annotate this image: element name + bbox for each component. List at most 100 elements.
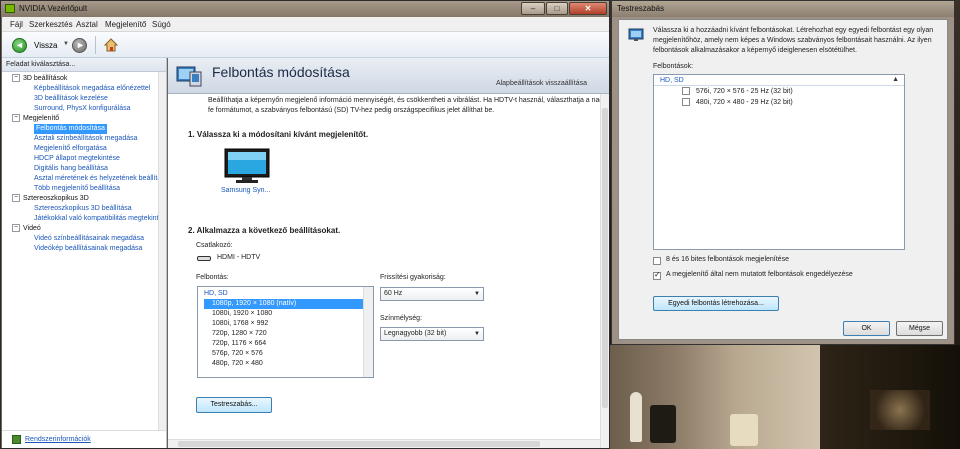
tree-item-label: Digitális hang beállítása: [34, 165, 108, 172]
customize-button[interactable]: Testreszabás...: [196, 397, 272, 413]
collapse-caret-icon[interactable]: ▲: [892, 76, 899, 83]
page-description: Beállíthatja a képernyőn megjelenő infor…: [208, 97, 607, 114]
step1-heading: 1. Válassza ki a módosítani kívánt megje…: [188, 130, 369, 139]
menu-help[interactable]: Súgó: [152, 20, 171, 29]
resolution-list[interactable]: HD, SD 1080p, 1920 × 1080 (natív) 1080i, …: [197, 286, 374, 378]
resolution-option[interactable]: 576p, 720 × 576: [198, 349, 373, 359]
hdmi-icon: [197, 256, 211, 261]
create-custom-resolution-button[interactable]: Egyedi felbontás létrehozása...: [653, 296, 779, 311]
resolution-option[interactable]: 720p, 1280 × 720: [198, 329, 373, 339]
resolution-checkbox[interactable]: [682, 98, 690, 106]
group-label: HD, SD: [660, 77, 684, 84]
resolution-option[interactable]: 1080p, 1920 × 1080 (natív): [204, 299, 367, 309]
content-vscrollbar[interactable]: [600, 94, 609, 448]
menu-file[interactable]: Fájl: [10, 20, 23, 29]
tree-item-label: Asztali színbeállítások megadása: [34, 135, 138, 142]
tree-item[interactable]: Felbontás módosítása: [34, 124, 107, 134]
connector-value: HDMI - HDTV: [217, 254, 261, 261]
custom-resolution-row[interactable]: 576i, 720 × 576 - 25 Hz (32 bit): [654, 86, 904, 97]
tree-item-label: 3D beállítások: [23, 75, 68, 82]
nvidia-app-icon: [5, 4, 15, 13]
tree-item[interactable]: Több megjelenítő beállítása: [34, 184, 120, 194]
tree-item[interactable]: Surround, PhysX konfigurálása: [34, 104, 131, 114]
menu-edit[interactable]: Szerkesztés: [29, 20, 73, 29]
home-icon[interactable]: [103, 37, 119, 53]
menu-display[interactable]: Megjelenítő: [105, 20, 146, 29]
restore-defaults-link[interactable]: Alapbeállítások visszaállítása: [496, 80, 587, 87]
enable-unsupported-checkbox[interactable]: [653, 270, 661, 280]
task-panel: Feladat kiválasztása... −3D beállítások K…: [2, 58, 167, 448]
tree-item-label: Sztereoszkopikus 3D: [23, 195, 89, 202]
task-tree: −3D beállítások Képbeállítások megadása e…: [2, 72, 166, 428]
resolution-option[interactable]: 1080i, 1768 × 992: [198, 319, 373, 329]
color-depth-select[interactable]: Legnagyobb (32 bit) ▼: [380, 327, 484, 341]
show-8-16-bit-checkbox[interactable]: [653, 257, 661, 265]
system-info-footer: Rendszerinformációk: [2, 430, 166, 448]
tree-category[interactable]: − Megjelenítő: [12, 114, 59, 124]
resolution-list-scrollbar[interactable]: [363, 287, 373, 377]
collapse-icon[interactable]: −: [12, 224, 20, 233]
enable-unsupported-label: A megjelenítő által nem mutatott felbont…: [666, 271, 853, 278]
dialog-title-bar[interactable]: Testreszabás: [612, 1, 954, 17]
monitor-icon: [628, 28, 644, 41]
tree-item[interactable]: Képbeállítások megadása előnézettel: [34, 84, 150, 94]
menu-desktop[interactable]: Asztal: [76, 20, 98, 29]
resolution-option[interactable]: 720p, 1176 × 664: [198, 339, 373, 349]
minimize-button[interactable]: –: [521, 2, 545, 15]
content-hscrollbar[interactable]: [168, 439, 600, 448]
tree-item[interactable]: Asztali színbeállítások megadása: [34, 134, 138, 144]
forward-arrow-icon[interactable]: [72, 38, 87, 53]
resolution-option[interactable]: 1080i, 1920 × 1080: [198, 309, 373, 319]
tree-item[interactable]: Megjelenítő elforgatása: [34, 144, 107, 154]
resolution-checkbox[interactable]: [682, 87, 690, 95]
tree-category[interactable]: − Sztereoszkopikus 3D: [12, 194, 89, 204]
monitor-icon[interactable]: [224, 148, 270, 184]
custom-resolution-row[interactable]: 480i, 720 × 480 - 29 Hz (32 bit): [654, 97, 904, 108]
title-bar[interactable]: NVIDIA Vezérlőpult – □ ✕: [1, 1, 609, 17]
tree-item[interactable]: Digitális hang beállítása: [34, 164, 108, 174]
color-depth-label: Színmélység:: [380, 315, 423, 322]
menu-bar: Fájl Szerkesztés Asztal Megjelenítő Súgó: [2, 17, 609, 32]
close-button[interactable]: ✕: [569, 2, 607, 15]
refresh-rate-select[interactable]: 60 Hz ▼: [380, 287, 484, 301]
tree-item[interactable]: Videókép beállításainak megadása: [34, 244, 142, 254]
nvidia-control-panel-window: NVIDIA Vezérlőpult – □ ✕ Fájl Szerkeszté…: [0, 0, 610, 449]
display-name[interactable]: Samsung Syn...: [221, 187, 270, 194]
tree-item[interactable]: Asztal méretének és helyzetének beállítá…: [34, 174, 166, 184]
tree-item[interactable]: Játékokkal való kompatibilitás megtekint…: [34, 214, 166, 224]
back-dropdown-icon[interactable]: ▼: [63, 41, 69, 47]
maximize-button[interactable]: □: [546, 2, 568, 15]
collapse-icon[interactable]: −: [12, 194, 20, 203]
task-panel-scrollbar[interactable]: [158, 72, 166, 434]
resolution-group-header: HD, SD: [204, 290, 228, 297]
tree-item[interactable]: 3D beállítások kezelése: [34, 94, 108, 104]
tree-item-label: HDCP állapot megtekintése: [34, 155, 120, 162]
cancel-button[interactable]: Mégse: [896, 321, 943, 336]
refresh-rate-value: 60 Hz: [384, 290, 403, 297]
tree-item[interactable]: Sztereoszkopikus 3D beállítása: [34, 204, 132, 214]
tree-category[interactable]: −3D beállítások: [12, 74, 67, 84]
tree-item-label: Megjelenítő: [23, 115, 60, 122]
tree-item-label: Videó: [23, 225, 41, 232]
window-title: NVIDIA Vezérlőpult: [19, 4, 88, 13]
resolution-row-label: 576i, 720 × 576 - 25 Hz (32 bit): [696, 88, 793, 95]
customize-dialog: Testreszabás Válassza ki a hozzáadni kív…: [611, 0, 955, 345]
collapse-icon[interactable]: −: [12, 114, 20, 123]
tree-item[interactable]: HDCP állapot megtekintése: [34, 154, 120, 164]
back-arrow-icon[interactable]: [12, 38, 27, 53]
page-title: Felbontás módosítása: [212, 64, 350, 80]
back-button[interactable]: Vissza: [34, 41, 57, 50]
tree-item-label: Felbontás módosítása: [36, 125, 105, 132]
custom-resolution-list[interactable]: HD, SD ▲ 576i, 720 × 576 - 25 Hz (32 bit…: [653, 74, 905, 250]
color-depth-value: Legnagyobb (32 bit): [384, 330, 447, 337]
tree-item-label: Videókép beállításainak megadása: [34, 245, 143, 252]
tree-item[interactable]: Videó színbeállításainak megadása: [34, 234, 144, 244]
resolution-row-label: 480i, 720 × 480 - 29 Hz (32 bit): [696, 99, 793, 106]
custom-resolution-group-header[interactable]: HD, SD ▲: [654, 75, 904, 86]
system-info-link[interactable]: Rendszerinformációk: [25, 436, 91, 443]
ok-button[interactable]: OK: [843, 321, 890, 336]
resolution-option[interactable]: 480p, 720 × 480: [198, 359, 373, 369]
tree-item-label: 3D beállítások kezelése: [34, 95, 108, 102]
collapse-icon[interactable]: −: [12, 74, 20, 83]
tree-category[interactable]: − Videó: [12, 224, 41, 234]
